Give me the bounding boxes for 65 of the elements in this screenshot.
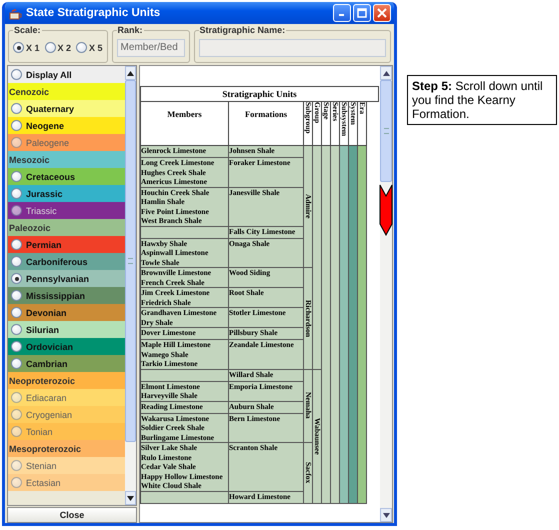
radio-button[interactable] bbox=[11, 290, 22, 301]
era-header: Mesozoic bbox=[8, 151, 125, 168]
maximize-icon bbox=[357, 8, 367, 18]
cup-icon bbox=[9, 6, 22, 20]
scroll-thumb[interactable] bbox=[125, 80, 136, 442]
radio-button[interactable] bbox=[11, 69, 22, 80]
down-arrow-icon bbox=[127, 496, 134, 500]
unit-option[interactable]: Display All bbox=[8, 66, 125, 83]
era-header: Paleozoic bbox=[8, 219, 125, 236]
scale-label: Scale: bbox=[13, 25, 42, 35]
radio-button[interactable] bbox=[11, 358, 22, 369]
close-button[interactable] bbox=[373, 4, 391, 22]
radio-button[interactable] bbox=[11, 273, 22, 284]
radio-button[interactable] bbox=[11, 307, 22, 318]
unit-option[interactable]: Neogene bbox=[8, 117, 125, 134]
unit-option[interactable]: Permian bbox=[8, 236, 125, 253]
unit-option[interactable]: Cambrian bbox=[8, 355, 125, 372]
unit-option[interactable]: Carboniferous bbox=[8, 253, 125, 270]
unit-option[interactable]: Quaternary bbox=[8, 100, 125, 117]
scroll-up-button[interactable] bbox=[125, 66, 136, 80]
radio-button[interactable] bbox=[11, 324, 22, 335]
radio-button[interactable] bbox=[11, 103, 22, 114]
radio-button[interactable] bbox=[11, 256, 22, 267]
name-label: Stratigraphic Name: bbox=[198, 25, 286, 35]
scrollbar[interactable] bbox=[125, 66, 136, 505]
radio-button[interactable] bbox=[11, 188, 22, 199]
era-header: Cenozoic bbox=[8, 83, 125, 100]
radio-button[interactable] bbox=[11, 120, 22, 131]
unit-option[interactable]: Devonian bbox=[8, 304, 125, 321]
close-icon bbox=[377, 8, 387, 18]
maximize-button[interactable] bbox=[353, 4, 371, 22]
up-arrow-icon bbox=[382, 70, 390, 76]
scroll-thumb[interactable] bbox=[380, 80, 392, 182]
unit-option[interactable]: Cretaceous bbox=[8, 168, 125, 185]
radio-button[interactable] bbox=[44, 42, 56, 53]
scale-option[interactable]: X 1 bbox=[13, 42, 40, 53]
down-arrow-icon bbox=[379, 184, 393, 236]
radio-button[interactable] bbox=[13, 42, 24, 53]
close-dialog-button[interactable]: Close bbox=[7, 507, 137, 523]
unit-option[interactable]: Pennsylvanian bbox=[8, 270, 125, 287]
rank-field[interactable]: Member/Bed bbox=[116, 38, 185, 56]
scale-option[interactable]: X 5 bbox=[76, 42, 103, 53]
unit-option[interactable]: Jurassic bbox=[8, 185, 125, 202]
scrollbar[interactable] bbox=[380, 66, 392, 522]
era-header: Mesoproterozoic bbox=[8, 440, 125, 457]
name-field[interactable] bbox=[198, 38, 386, 56]
scroll-down-button[interactable] bbox=[380, 508, 392, 522]
scroll-down-button[interactable] bbox=[125, 491, 136, 505]
unit-option[interactable]: Mississippian bbox=[8, 287, 125, 304]
era-header: Neoproterozoic bbox=[8, 372, 125, 389]
minimize-button[interactable] bbox=[333, 4, 351, 22]
unit-option[interactable]: Silurian bbox=[8, 321, 125, 338]
unit-option[interactable]: Ordovician bbox=[8, 338, 125, 355]
scale-option[interactable]: X 2 bbox=[44, 42, 72, 53]
down-arrow-icon bbox=[382, 512, 390, 518]
chart-title: Stratigraphic Units bbox=[140, 86, 379, 102]
up-arrow-icon bbox=[127, 70, 134, 76]
radio-button[interactable] bbox=[11, 239, 22, 250]
rank-label: Rank: bbox=[116, 25, 144, 35]
instruction-callout: Step 5: Scroll down until you find the Kearny Formation. bbox=[407, 75, 557, 125]
radio-button[interactable] bbox=[76, 42, 88, 53]
window-title: State Stratigraphic Units bbox=[26, 7, 162, 19]
scroll-up-button[interactable] bbox=[380, 66, 392, 80]
radio-button[interactable] bbox=[11, 171, 22, 182]
radio-button[interactable] bbox=[11, 341, 22, 352]
